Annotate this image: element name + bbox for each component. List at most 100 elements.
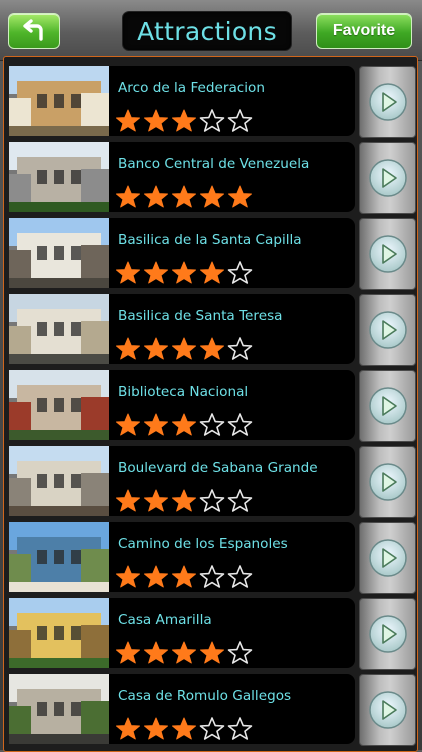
attraction-name: Basilica de Santa Teresa: [118, 308, 283, 324]
star-filled-icon: [116, 565, 140, 588]
chevron-right-circle-icon: [368, 539, 407, 577]
attraction-photo: [9, 522, 109, 592]
star-empty-icon: [227, 413, 253, 436]
star-filled-icon: [116, 261, 140, 284]
star-filled-icon: [116, 337, 140, 360]
chevron-right-circle-icon: [368, 159, 407, 197]
star-filled-icon: [144, 109, 168, 132]
star-rating: [114, 640, 254, 664]
star-filled-icon: [144, 413, 168, 436]
star-rating: [114, 412, 254, 436]
attraction-name: Biblioteca Nacional: [118, 384, 249, 400]
attraction-info-panel: Banco Central de Venezuela: [109, 142, 355, 212]
list-item[interactable]: Camino de los Espanoles: [7, 520, 416, 594]
list-item[interactable]: Boulevard de Sabana Grande: [7, 444, 416, 518]
attraction-name: Arco de la Federacion: [118, 80, 265, 96]
chevron-right-circle-icon: [368, 691, 407, 729]
chevron-right-circle-icon: [368, 615, 407, 653]
attraction-photo: [9, 66, 109, 136]
star-filled-icon: [116, 109, 140, 132]
star-empty-icon: [227, 565, 253, 588]
star-rating: [114, 184, 254, 208]
attraction-info-panel: Casa Amarilla: [109, 598, 355, 668]
attraction-name: Casa Amarilla: [118, 612, 212, 628]
attraction-photo: [9, 294, 109, 364]
attraction-name: Casa de Romulo Gallegos: [118, 688, 292, 704]
attraction-info-panel: Arco de la Federacion: [109, 66, 355, 136]
attraction-photo: [9, 370, 109, 440]
attraction-photo: [9, 218, 109, 288]
star-filled-icon: [144, 337, 168, 360]
list-item[interactable]: Biblioteca Nacional: [7, 368, 416, 442]
list-item[interactable]: Casa de Romulo Gallegos: [7, 672, 416, 746]
star-filled-icon: [172, 109, 196, 132]
attraction-info-panel: Biblioteca Nacional: [109, 370, 355, 440]
list-item[interactable]: Casa Amarilla: [7, 596, 416, 670]
back-arrow-icon: [23, 19, 43, 41]
attraction-name: Basilica de la Santa Capilla: [118, 232, 302, 248]
attraction-info-panel: Basilica de Santa Teresa: [109, 294, 355, 364]
back-button[interactable]: [8, 13, 60, 49]
open-detail-button[interactable]: [359, 142, 416, 214]
attraction-name: Camino de los Espanoles: [118, 536, 288, 552]
open-detail-button[interactable]: [359, 218, 416, 290]
star-filled-icon: [116, 185, 140, 208]
star-empty-icon: [227, 489, 253, 512]
star-filled-icon: [116, 413, 140, 436]
favorite-button[interactable]: Favorite: [316, 13, 412, 49]
star-rating: [114, 564, 254, 588]
list-item[interactable]: Arco de la Federacion: [7, 64, 416, 138]
star-empty-icon: [199, 717, 225, 740]
attraction-info-panel: Boulevard de Sabana Grande: [109, 446, 355, 516]
star-empty-icon: [227, 337, 253, 360]
star-filled-icon: [116, 717, 140, 740]
star-empty-icon: [227, 717, 253, 740]
star-filled-icon: [200, 261, 224, 284]
open-detail-button[interactable]: [359, 674, 416, 746]
open-detail-button[interactable]: [359, 294, 416, 366]
star-empty-icon: [199, 489, 225, 512]
star-empty-icon: [199, 413, 225, 436]
star-filled-icon: [172, 641, 196, 664]
star-rating: [114, 488, 254, 512]
open-detail-button[interactable]: [359, 598, 416, 670]
open-detail-button[interactable]: [359, 522, 416, 594]
navigation-bar: Attractions Favorite: [0, 0, 422, 61]
open-detail-button[interactable]: [359, 66, 416, 138]
attraction-info-panel: Basilica de la Santa Capilla: [109, 218, 355, 288]
star-filled-icon: [172, 185, 196, 208]
chevron-right-circle-icon: [368, 83, 407, 121]
open-detail-button[interactable]: [359, 446, 416, 518]
list-item[interactable]: Banco Central de Venezuela: [7, 140, 416, 214]
list-item[interactable]: Basilica de la Santa Capilla: [7, 216, 416, 290]
star-filled-icon: [200, 641, 224, 664]
page-title-box: Attractions: [122, 11, 292, 51]
list-item[interactable]: Basilica de Santa Teresa: [7, 292, 416, 366]
chevron-right-circle-icon: [368, 463, 407, 501]
star-empty-icon: [227, 109, 253, 132]
star-filled-icon: [200, 337, 224, 360]
star-rating: [114, 108, 254, 132]
chevron-right-circle-icon: [368, 387, 407, 425]
star-filled-icon: [172, 261, 196, 284]
attraction-name: Banco Central de Venezuela: [118, 156, 310, 172]
star-filled-icon: [144, 261, 168, 284]
star-filled-icon: [144, 489, 168, 512]
attraction-info-panel: Casa de Romulo Gallegos: [109, 674, 355, 744]
attraction-photo: [9, 598, 109, 668]
star-empty-icon: [227, 261, 253, 284]
star-empty-icon: [199, 565, 225, 588]
star-filled-icon: [200, 185, 224, 208]
star-rating: [114, 260, 254, 284]
attraction-photo: [9, 674, 109, 744]
star-filled-icon: [116, 641, 140, 664]
attractions-list: Arco de la Federacion Banco Central de Ve…: [3, 56, 418, 752]
star-filled-icon: [228, 185, 252, 208]
star-filled-icon: [144, 565, 168, 588]
star-rating: [114, 716, 254, 740]
star-filled-icon: [144, 641, 168, 664]
chevron-right-circle-icon: [368, 235, 407, 273]
open-detail-button[interactable]: [359, 370, 416, 442]
star-filled-icon: [172, 337, 196, 360]
page-title: Attractions: [137, 16, 277, 46]
